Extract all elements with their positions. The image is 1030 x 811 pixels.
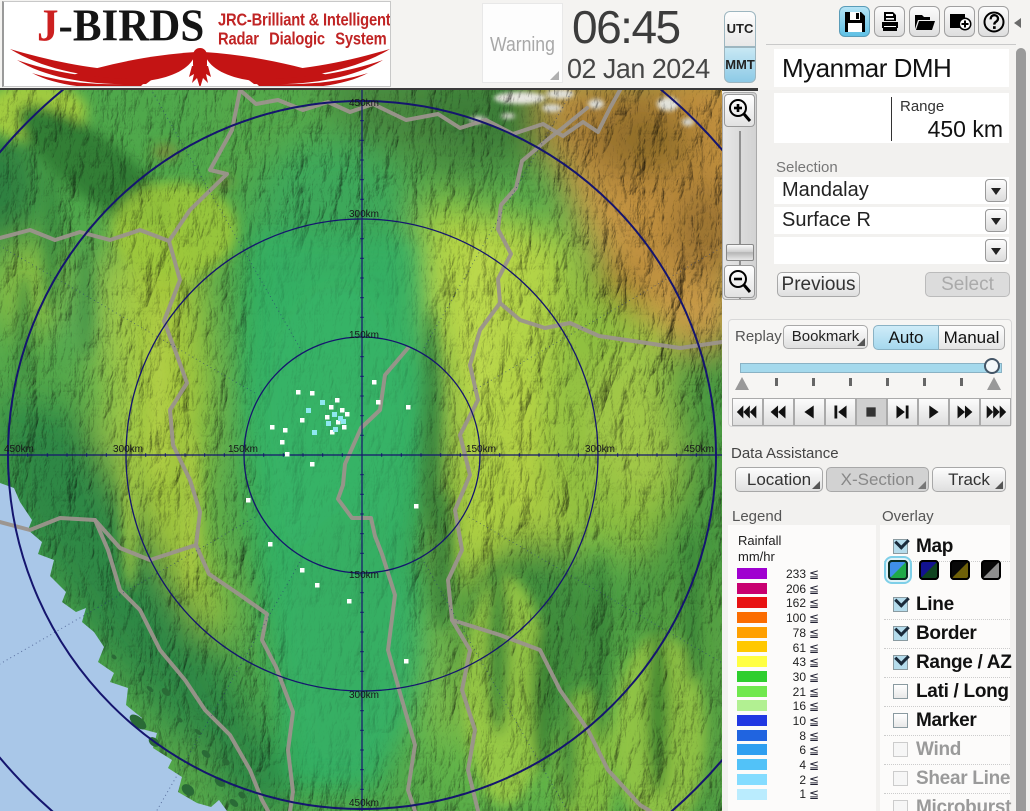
svg-text:300km: 300km: [349, 690, 379, 701]
svg-text:300km: 300km: [113, 444, 143, 455]
svg-text:300km: 300km: [585, 444, 615, 455]
svg-text:300km: 300km: [349, 209, 379, 220]
svg-text:450km: 450km: [684, 444, 714, 455]
svg-text:150km: 150km: [228, 444, 258, 455]
svg-text:150km: 150km: [466, 444, 496, 455]
svg-text:450km: 450km: [349, 798, 379, 809]
svg-text:150km: 150km: [349, 570, 379, 581]
svg-text:150km: 150km: [349, 330, 379, 341]
svg-text:450km: 450km: [4, 444, 34, 455]
svg-text:450km: 450km: [349, 98, 379, 109]
